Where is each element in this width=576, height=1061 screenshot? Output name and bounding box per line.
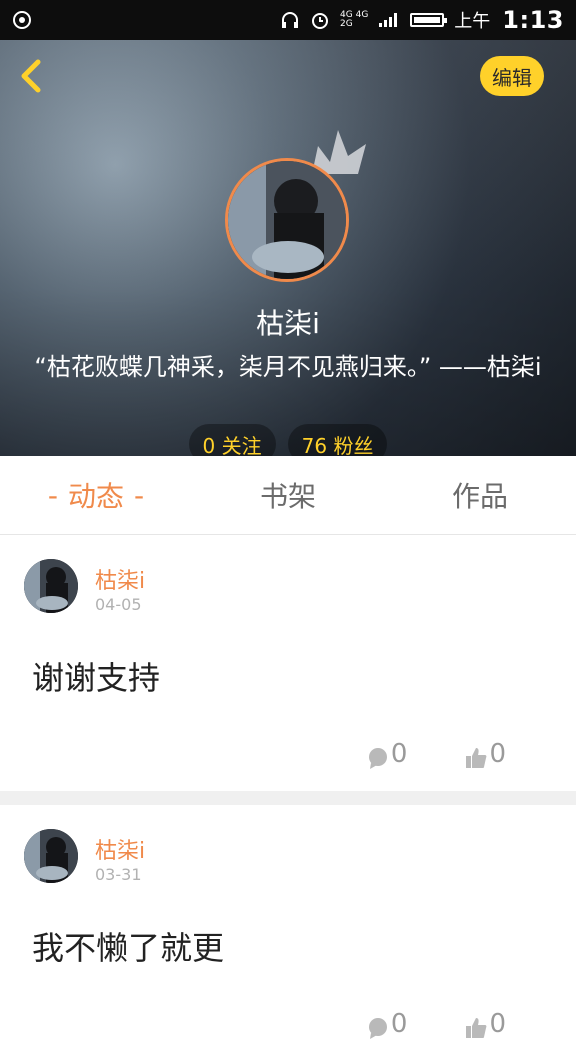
comment-icon (368, 1018, 387, 1039)
edit-button[interactable]: 编辑 (480, 56, 544, 96)
network-indicator: 4G 4G 2G (340, 11, 368, 29)
battery-icon (410, 13, 448, 27)
post-content: 谢谢支持 (32, 659, 161, 697)
avatar-photo (228, 161, 346, 279)
time-ampm: 上午 (454, 11, 491, 32)
profile-avatar[interactable] (225, 158, 349, 282)
signal-icon (379, 13, 398, 27)
net-bottom: 2G (340, 19, 353, 29)
clock: 1:13 (502, 6, 564, 34)
chevron-left-icon[interactable] (14, 56, 50, 96)
post-username[interactable]: 枯柒i (95, 833, 145, 865)
post-content: 我不懒了就更 (32, 929, 225, 967)
avatar[interactable] (24, 559, 78, 613)
post-username[interactable]: 枯柒i (95, 563, 145, 595)
avatar-photo (24, 559, 78, 613)
tab-label: 动态 (67, 480, 124, 513)
following-count[interactable]: 0 关注 (188, 424, 276, 456)
comment-count: 0 (390, 739, 408, 769)
tab-bar: - 动态 - 书架 作品 (0, 456, 576, 535)
divider (0, 791, 576, 805)
list-item[interactable]: 枯柒i 04-05 谢谢支持 0 0 (0, 535, 576, 791)
tab-activity[interactable]: - 动态 - (0, 456, 192, 534)
activity-feed: 枯柒i 04-05 谢谢支持 0 0 枯柒i 03-31 我不懒了就更 0 0 (0, 535, 576, 1061)
post-actions: 0 0 (367, 739, 506, 769)
list-item[interactable]: 枯柒i 03-31 我不懒了就更 0 0 (0, 805, 576, 1061)
avatar[interactable] (24, 829, 78, 883)
like-button[interactable]: 0 (465, 1009, 506, 1039)
status-bar: 4G 4G 2G 上午 1:13 (0, 0, 576, 40)
followers-count[interactable]: 76 粉丝 (287, 424, 388, 456)
tab-label: 书架 (259, 480, 316, 513)
headphones-icon (282, 12, 299, 28)
tab-works[interactable]: 作品 (384, 456, 576, 534)
comment-count: 0 (390, 1009, 408, 1039)
app-icon (13, 11, 31, 29)
post-actions: 0 0 (367, 1009, 506, 1039)
thumbs-up-icon (466, 748, 487, 768)
post-date: 04-05 (95, 595, 142, 614)
avatar-photo (24, 829, 78, 883)
tab-bookshelf[interactable]: 书架 (192, 456, 384, 534)
profile-stats: 0 关注 76 粉丝 (0, 424, 576, 456)
comment-button[interactable]: 0 (367, 739, 408, 769)
tab-active-dash-left: - (47, 478, 58, 512)
alarm-icon (312, 13, 329, 29)
status-right: 4G 4G 2G 上午 1:13 (280, 6, 564, 34)
profile-name: 枯柒i (256, 307, 320, 340)
tab-active-dash-right: - (134, 478, 145, 512)
profile-bio: “枯花败蝶几神采，柒月不见燕归来。” ——枯柒i (34, 353, 542, 381)
comment-icon (368, 748, 387, 769)
tab-label: 作品 (451, 480, 508, 513)
comment-button[interactable]: 0 (367, 1009, 408, 1039)
like-count: 0 (489, 1009, 506, 1039)
post-date: 03-31 (95, 865, 142, 884)
like-button[interactable]: 0 (465, 739, 506, 769)
profile-header: 编辑 枯柒i “枯花败蝶几神采，柒月不见燕归来。” ——枯柒i 0 关注 76 … (0, 40, 576, 456)
thumbs-up-icon (466, 1018, 487, 1038)
like-count: 0 (489, 739, 506, 769)
